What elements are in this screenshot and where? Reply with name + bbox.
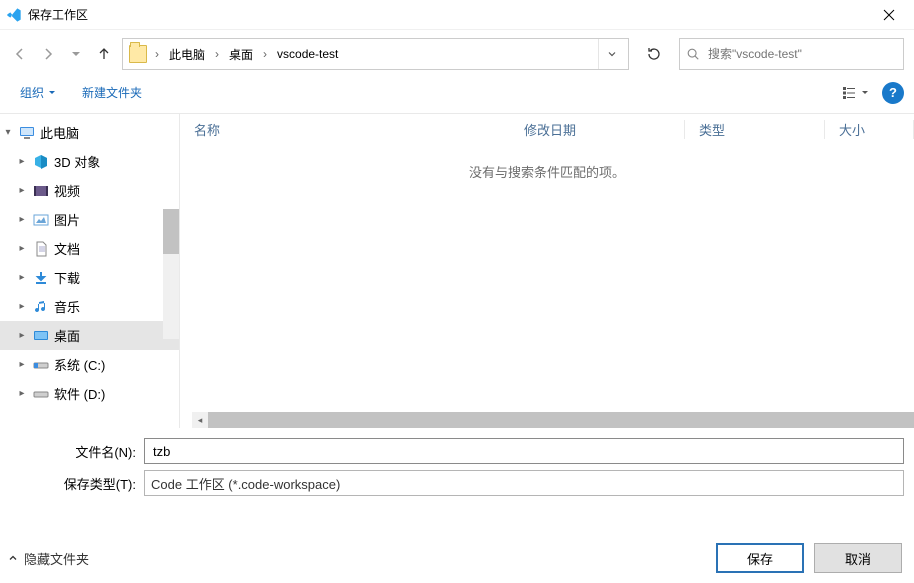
tree-item-music[interactable]: 音乐 [0,292,179,321]
search-input[interactable] [706,46,897,62]
search-box[interactable] [679,38,904,70]
toolbar: 组织 新建文件夹 ? [0,80,914,114]
tree-item-documents[interactable]: 文档 [0,234,179,263]
vscode-icon [6,7,22,23]
column-headers: 名称 修改日期 类型 大小 [180,114,914,144]
horizontal-scrollbar[interactable]: ◂ [192,412,914,428]
col-name[interactable]: 名称 [180,120,510,139]
main-split: 此电脑 3D 对象 视频 图片 文档 下载 音乐 桌面 系统 (C:) 软件 (… [0,114,914,428]
col-size[interactable]: 大小 [825,120,914,139]
hide-folders-toggle[interactable]: 隐藏文件夹 [8,549,89,568]
up-button[interactable] [94,44,114,64]
chevron-right-icon[interactable]: › [153,47,161,61]
recent-dropdown[interactable] [66,44,86,64]
drive-icon [32,385,50,403]
title-bar: 保存工作区 [0,0,914,30]
chevron-up-icon [8,553,18,563]
save-form: 文件名(N): 保存类型(T): Code 工作区 (*.code-worksp… [0,428,914,496]
col-type[interactable]: 类型 [685,120,825,139]
crumb-0[interactable]: 此电脑 [163,42,211,67]
breadcrumb: › 此电脑 › 桌面 › vscode-test [151,42,594,67]
address-dropdown[interactable] [598,39,624,69]
video-icon [32,182,50,200]
address-bar[interactable]: › 此电脑 › 桌面 › vscode-test [122,38,629,70]
help-button[interactable]: ? [882,82,904,104]
tree-item-3d[interactable]: 3D 对象 [0,147,179,176]
search-icon [686,47,700,61]
scrollbar-thumb[interactable] [208,412,914,428]
new-folder-button[interactable]: 新建文件夹 [76,80,148,105]
chevron-right-icon[interactable] [16,359,28,370]
cube-icon [32,153,50,171]
chevron-right-icon[interactable] [16,301,28,312]
filename-input[interactable] [151,443,897,460]
chevron-right-icon[interactable] [16,214,28,225]
tree-item-drive-d[interactable]: 软件 (D:) [0,379,179,408]
filename-field[interactable] [144,438,904,464]
folder-tree: 此电脑 3D 对象 视频 图片 文档 下载 音乐 桌面 系统 (C:) 软件 (… [0,114,180,428]
cancel-button[interactable]: 取消 [814,543,902,573]
nav-row: › 此电脑 › 桌面 › vscode-test [0,30,914,80]
tree-item-video[interactable]: 视频 [0,176,179,205]
footer: 隐藏文件夹 保存 取消 [0,533,914,583]
pictures-icon [32,211,50,229]
folder-icon [129,45,147,63]
tree-label: 此电脑 [40,123,79,142]
music-icon [32,298,50,316]
view-options-button[interactable] [838,81,874,105]
filetype-select[interactable]: Code 工作区 (*.code-workspace) [144,470,904,496]
chevron-right-icon[interactable] [16,185,28,196]
tree-item-desktop[interactable]: 桌面 [0,321,179,350]
chevron-right-icon[interactable]: › [213,47,221,61]
downloads-icon [32,269,50,287]
tree-item-drive-c[interactable]: 系统 (C:) [0,350,179,379]
window-title: 保存工作区 [28,6,866,23]
scrollbar-thumb[interactable] [163,209,179,254]
file-pane: 名称 修改日期 类型 大小 没有与搜索条件匹配的项。 ◂ [180,114,914,428]
tree-item-pictures[interactable]: 图片 [0,205,179,234]
back-button[interactable] [10,44,30,64]
tree-scrollbar[interactable] [163,209,179,339]
this-pc-icon [18,124,36,142]
refresh-button[interactable] [637,38,671,70]
tree-item-downloads[interactable]: 下载 [0,263,179,292]
scroll-left-icon[interactable]: ◂ [192,412,208,428]
documents-icon [32,240,50,258]
drive-icon [32,356,50,374]
col-date[interactable]: 修改日期 [510,120,685,139]
chevron-right-icon[interactable] [16,272,28,283]
crumb-2[interactable]: vscode-test [271,43,344,65]
empty-message: 没有与搜索条件匹配的项。 [180,162,914,181]
close-button[interactable] [866,0,912,30]
filetype-label: 保存类型(T): [10,474,144,493]
save-button[interactable]: 保存 [716,543,804,573]
chevron-down-icon[interactable] [2,127,14,138]
organize-button[interactable]: 组织 [14,80,62,105]
chevron-right-icon[interactable]: › [261,47,269,61]
forward-button[interactable] [38,44,58,64]
chevron-right-icon[interactable] [16,156,28,167]
chevron-right-icon[interactable] [16,243,28,254]
crumb-1[interactable]: 桌面 [223,42,259,67]
chevron-right-icon[interactable] [16,388,28,399]
chevron-right-icon[interactable] [16,330,28,341]
desktop-icon [32,327,50,345]
tree-root[interactable]: 此电脑 [0,118,179,147]
filename-label: 文件名(N): [10,442,144,461]
